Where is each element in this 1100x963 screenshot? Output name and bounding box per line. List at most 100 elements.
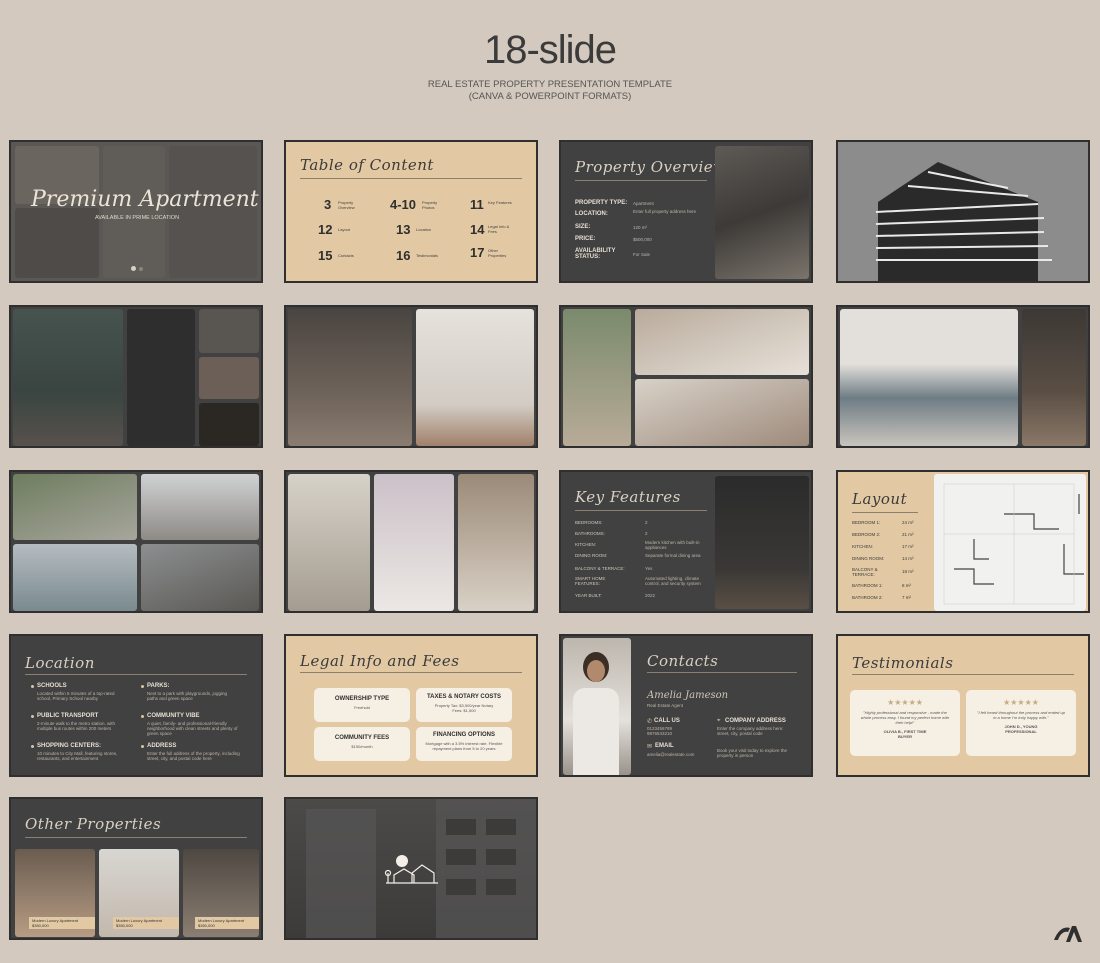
card-text: $150/month xyxy=(351,744,373,749)
card-title: COMMUNITY FEES xyxy=(334,735,390,741)
card-taxes: TAXES & NOTARY COSTS Property Tax: $3,50… xyxy=(416,688,512,722)
subtitle-line-2: (CANVA & POWERPOINT FORMATS) xyxy=(468,91,632,102)
slide-location[interactable]: Location SCHOOLS Located within 5 minute… xyxy=(9,634,263,777)
room-size: 21 m² xyxy=(902,532,914,537)
room-size: 17 m² xyxy=(902,544,914,549)
bullet-icon xyxy=(141,745,144,748)
feature-label: KITCHEN: xyxy=(575,542,597,547)
slide-dining-photos[interactable] xyxy=(284,305,538,448)
page-subtitle: REAL ESTATE PROPERTY PRESENTATION TEMPLA… xyxy=(0,79,1100,103)
location-label: PUBLIC TRANSPORT xyxy=(37,713,99,719)
photo-kitchen xyxy=(715,146,809,279)
room-label: BEDROOM 2: xyxy=(852,532,881,537)
photo-curtains xyxy=(199,357,259,399)
location-text: A quiet, family- and professional-friend… xyxy=(147,721,238,736)
slide-property-overview[interactable]: Property Overview PROPERTY TYPE: Apartme… xyxy=(559,140,813,283)
slide-title: Table of Content xyxy=(300,156,434,174)
toc-number: 11 xyxy=(470,197,484,212)
location-text: Next to a park with playgrounds, jogging… xyxy=(147,691,228,701)
photo-hallway xyxy=(416,309,534,446)
slide-cover[interactable]: Premium Apartment AVAILABLE IN PRIME LOC… xyxy=(9,140,263,283)
photo-agent xyxy=(563,638,631,775)
location-label: SCHOOLS xyxy=(37,683,67,689)
slide-contacts[interactable]: Contacts Amelia Jameson Real Estate Agen… xyxy=(559,634,813,777)
photo-interior xyxy=(103,146,165,278)
slide-title: Location xyxy=(25,654,95,672)
property-card[interactable]: Modern Luxury Apartment $350,000 xyxy=(183,849,259,937)
photo-sink xyxy=(635,379,809,446)
room-label: BATHROOM 2: xyxy=(852,595,883,600)
slide-living-photos[interactable] xyxy=(284,470,538,613)
toc-label: Testimonials xyxy=(416,253,439,258)
slide-legal-info[interactable]: Legal Info and Fees OWNERSHIP TYPE Freeh… xyxy=(284,634,538,777)
feature-value: Automated lighting, climate control, and… xyxy=(645,576,701,586)
slide-closing[interactable] xyxy=(284,797,538,940)
room-label: BEDROOM 1: xyxy=(852,520,881,525)
card-text: Property Tax: $3,500/year Notary Fees: $… xyxy=(434,703,494,713)
feature-label: BATHROOMS: xyxy=(575,531,605,536)
toc-number: 3 xyxy=(324,197,332,212)
slide-table-of-content[interactable]: Table of Content 3 Property Overview 4-1… xyxy=(284,140,538,283)
property-card[interactable]: Modern Luxury Apartment $350,000 xyxy=(15,849,95,937)
floor-plan-drawing xyxy=(943,483,1084,605)
slide-key-features[interactable]: Key Features BEDROOMS: 2 BATHROOMS: 2 KI… xyxy=(559,470,813,613)
card-title: TAXES & NOTARY COSTS xyxy=(426,694,502,700)
carousel-dot-icon xyxy=(131,266,136,271)
rating-stars-icon: ★★★★★ xyxy=(887,698,923,707)
testimonial-card: ★★★★★ "Highly professional and responsiv… xyxy=(850,690,960,756)
testimonial-author: OLIVIA B., FIRST TIME BUYER xyxy=(883,729,927,739)
slide-bedroom-photos[interactable] xyxy=(9,305,263,448)
divider xyxy=(647,672,797,673)
agent-shirt xyxy=(573,688,619,775)
property-caption: Modern Luxury Apartment $350,000 xyxy=(195,917,259,929)
toc-label: Contacts xyxy=(338,253,354,258)
toc-label: Location xyxy=(416,227,432,232)
card-community-fees: COMMUNITY FEES $150/month xyxy=(314,727,410,761)
slide-title: Other Properties xyxy=(25,815,162,833)
room-size: 24 m² xyxy=(902,520,914,525)
email-icon: ✉ xyxy=(647,744,653,750)
card-text: Mortgage with a 3.5% interest rate. Flex… xyxy=(425,741,503,751)
overview-value: For Sale xyxy=(633,252,651,257)
feature-label: BALCONY & TERRACE: xyxy=(575,566,625,571)
feature-label: BEDROOMS: xyxy=(575,520,603,525)
photo-kitchen-side xyxy=(1022,309,1086,446)
property-card[interactable]: Modern Luxury Apartment $350,000 xyxy=(99,849,179,937)
overview-label: LOCATION: xyxy=(575,211,608,217)
location-label: COMMUNITY VIBE xyxy=(147,713,200,719)
location-text: 10 minutes to City Mall, featuring store… xyxy=(37,751,118,761)
toc-number: 13 xyxy=(396,222,411,237)
toc-label: Property Photos xyxy=(422,200,438,210)
feature-label: YEAR BUILT: xyxy=(575,593,602,598)
slide-bathroom-photos[interactable] xyxy=(559,305,813,448)
logo-mark-icon xyxy=(1054,926,1082,942)
toc-label: Other Properties xyxy=(488,248,507,258)
slide-balcony-photos[interactable] xyxy=(9,470,263,613)
location-text: Enter the full address of the property, … xyxy=(147,751,240,761)
slide-building-photo[interactable] xyxy=(836,140,1090,283)
photo-bedroom xyxy=(13,309,123,446)
testimonial-text: "Highly professional and responsive - ma… xyxy=(860,710,950,725)
room-label: BALCONY & TERRACE: xyxy=(852,567,878,577)
divider xyxy=(852,512,918,513)
slide-other-properties[interactable]: Other Properties Modern Luxury Apartment… xyxy=(9,797,263,940)
feature-label: SMART HOME FEATURES: xyxy=(575,576,606,586)
floor-plan xyxy=(934,474,1086,611)
location-label: ADDRESS xyxy=(147,743,177,749)
location-text: 2-minute walk to the metro station, with… xyxy=(37,721,116,731)
location-label: PARKS: xyxy=(147,683,170,689)
room-label: KITCHEN: xyxy=(852,544,874,549)
house-logo-icon xyxy=(384,855,438,884)
card-title: FINANCING OPTIONS xyxy=(432,732,495,738)
cover-tagline: AVAILABLE IN PRIME LOCATION xyxy=(95,215,180,221)
overview-label: AVAILABILITY STATUS: xyxy=(575,248,616,260)
toc-label: Key Features xyxy=(488,200,512,205)
slide-kitchen-photos[interactable] xyxy=(836,305,1090,448)
toc-number: 17 xyxy=(470,245,485,260)
room-label: DINING ROOM: xyxy=(852,556,885,561)
slide-testimonials[interactable]: Testimonials ★★★★★ "Highly professional … xyxy=(836,634,1090,777)
testimonial-card: ★★★★★ "I felt heard throughout the proce… xyxy=(966,690,1076,756)
photo-lamps xyxy=(199,403,259,446)
visit-text: Book your visit today to explore the pro… xyxy=(717,748,788,758)
slide-layout[interactable]: Layout BEDROOM 1: 24 m² BEDROOM 2: 21 m²… xyxy=(836,470,1090,613)
